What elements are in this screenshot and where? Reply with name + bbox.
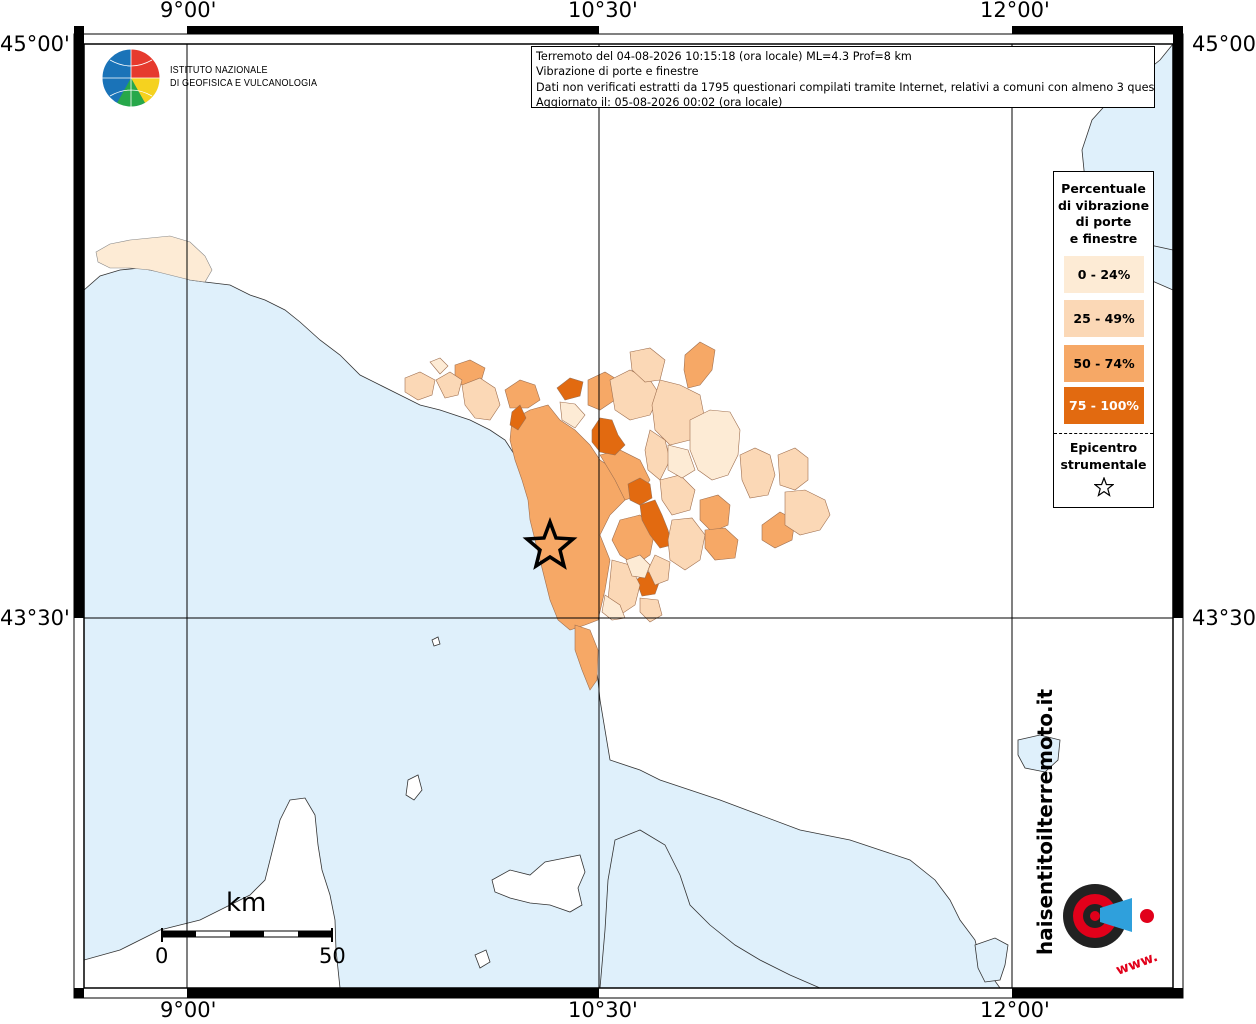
scale-unit: km (226, 888, 267, 918)
lon-label-top-1: 9°00' (160, 0, 217, 22)
lon-label-top-3: 12°00' (980, 0, 1050, 22)
scale-end-label: 50 (319, 944, 346, 968)
haisentito-text: haisentitoilterremoto.it (1033, 689, 1057, 955)
ingv-line-2: DI GEOFISICA E VULCANOLOGIA (170, 77, 318, 89)
lat-label-left-2: 43°30' (0, 606, 70, 630)
legend-class-75-100: 75 - 100% (1064, 387, 1144, 424)
event-info-line-2: Vibrazione di porte e finestre (536, 65, 699, 79)
legend-class-25-49: 25 - 49% (1064, 300, 1144, 337)
legend-star-icon (1092, 476, 1115, 497)
event-info-line-3: Dati non verificati estratti da 1795 que… (536, 80, 1155, 94)
scale-start-label: 0 (155, 944, 169, 968)
legend-epicenter: Epicentro strumentale (1054, 440, 1153, 502)
legend-class-50-74: 50 - 74% (1064, 345, 1144, 382)
event-info-box: Terremoto del 04-08-2026 10:15:18 (ora l… (531, 46, 1155, 108)
legend: Percentuale di vibrazione di porte e fin… (1053, 171, 1154, 508)
intensity-map: haisentitoilterremoto.it www. (73, 26, 1184, 999)
legend-title-line-4: e finestre (1069, 230, 1138, 246)
lon-label-top-2: 10°30' (568, 0, 638, 22)
ingv-logo-text: ISTITUTO NAZIONALE DI GEOFISICA E VULCAN… (170, 64, 317, 90)
legend-epicenter-line-1: Epicentro (1069, 440, 1138, 455)
lat-label-right-2: 43°30' (1192, 606, 1256, 630)
legend-title: Percentuale di vibrazione di porte e fin… (1054, 181, 1153, 247)
legend-separator (1054, 433, 1153, 434)
lon-label-bottom-1: 9°00' (160, 998, 217, 1022)
ingv-globe-icon (101, 48, 161, 108)
event-info-line-1: Terremoto del 04-08-2026 10:15:18 (ora l… (536, 50, 912, 63)
municipality-zone (777, 447, 809, 491)
legend-class-0-24: 0 - 24% (1064, 256, 1144, 293)
lat-label-right-1: 45°00' (1192, 32, 1256, 56)
ingv-line-1: ISTITUTO NAZIONALE (170, 64, 268, 76)
legend-epicenter-line-2: strumentale (1060, 456, 1147, 472)
lon-label-bottom-3: 12°00' (980, 998, 1050, 1022)
lon-label-bottom-2: 10°30' (568, 998, 638, 1022)
legend-title-line-2: di vibrazione (1057, 197, 1150, 213)
lat-label-left-1: 45°00' (0, 32, 70, 56)
event-info-line-4: Aggiornato il: 05-08-2026 00:02 (ora loc… (536, 95, 783, 108)
legend-title-line-1: Percentuale (1061, 181, 1146, 196)
legend-title-line-3: di porte (1075, 214, 1132, 229)
